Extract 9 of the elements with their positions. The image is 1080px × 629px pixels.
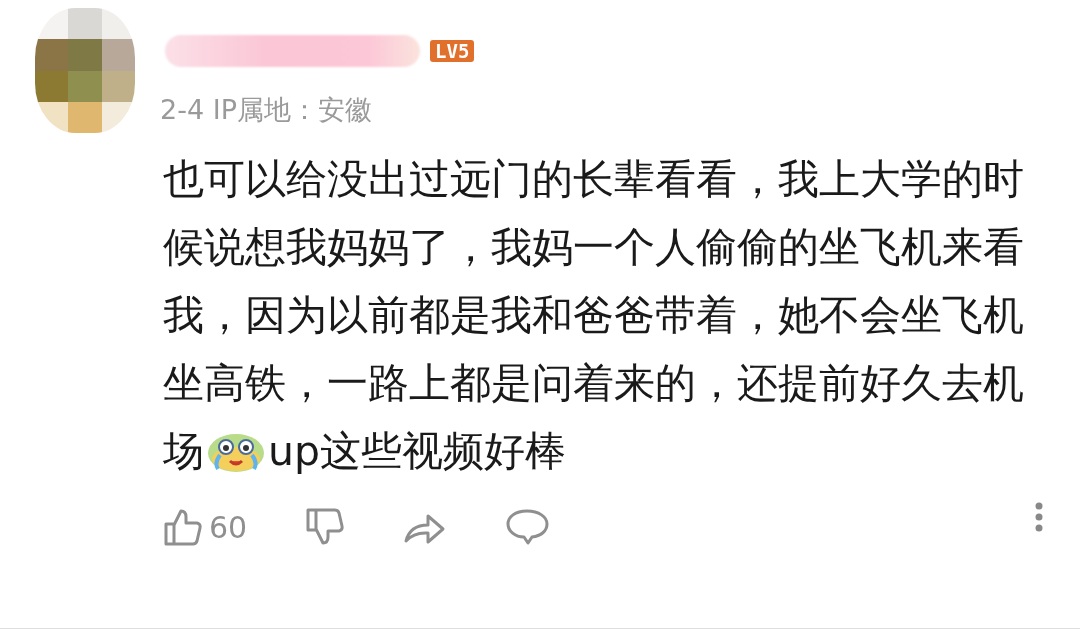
more-icon[interactable] — [1035, 502, 1043, 532]
thumbs-up-icon[interactable] — [163, 507, 203, 547]
avatar-placeholder[interactable] — [35, 8, 135, 133]
like-count: 60 — [209, 509, 248, 545]
comment-text: 也可以给没出过远门的长辈看看，我上大学的时候说想我妈妈了，我妈一个人偷偷的坐飞机来看我，因为以前都是我和爸爸带着，她不会坐飞机坐高铁，一路上都是问着来的，还提前好久去机场 up这些视频好棒 — [163, 154, 1025, 477]
comment-icon[interactable] — [505, 508, 550, 546]
thumbs-down-icon[interactable] — [305, 507, 346, 547]
comment-meta: 2-4 IP属地：安徽 — [160, 93, 373, 127]
level-badge: LV5 — [430, 40, 475, 62]
